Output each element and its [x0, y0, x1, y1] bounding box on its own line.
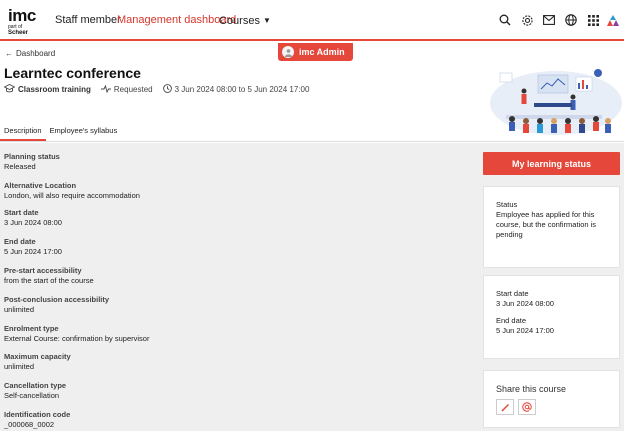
field-value: Self-cancellation — [4, 391, 60, 400]
start-date-label: Start date — [496, 289, 529, 298]
field-label: Maximum capacity — [4, 352, 71, 361]
course-header: imc Admin ← Dashboard Learntec conferenc… — [0, 43, 624, 142]
end-date-label: End date — [496, 316, 527, 325]
field-label: Identification code — [4, 410, 71, 419]
field-label: Enrolment type — [4, 324, 59, 333]
course-status-label: Requested — [113, 85, 153, 94]
field-value: 3 Jun 2024 08:00 — [4, 218, 62, 227]
course-meta: Classroom training Requested 3 Jun 2024 … — [3, 83, 319, 95]
share-card: Share this course — [483, 370, 620, 428]
field-alternative-location: Alternative Location London, will also r… — [4, 181, 304, 208]
conference-illustration — [486, 63, 622, 139]
logo-subtext: part of Scheer — [8, 24, 29, 36]
admin-badge[interactable]: imc Admin — [278, 43, 353, 61]
field-maximum-capacity: Maximum capacity unlimited — [4, 352, 304, 381]
field-value: unlimited — [4, 362, 35, 371]
course-date-range: 3 Jun 2024 08:00 to 5 Jun 2024 17:00 — [174, 85, 310, 94]
share-icons — [496, 399, 607, 415]
start-date-value: 3 Jun 2024 08:00 — [496, 299, 554, 308]
end-date-value: 5 Jun 2024 17:00 — [496, 326, 554, 335]
field-start-date: Start date 3 Jun 2024 08:00 — [4, 208, 304, 237]
avatar — [282, 46, 294, 58]
status-card: Status Employee has applied for this cou… — [483, 186, 620, 268]
share-title: Share this course — [496, 384, 567, 394]
activity-icon — [100, 84, 111, 95]
field-label: Post-conclusion accessibility — [4, 295, 110, 304]
status-label: Status — [496, 200, 518, 209]
field-value: London, will also require accommodation — [4, 191, 140, 200]
course-type-label: Classroom training — [18, 85, 91, 94]
apps-grid-icon[interactable] — [586, 13, 600, 27]
field-planning-status: Planning status Released — [4, 152, 304, 181]
field-value: _000068_0002 — [4, 420, 55, 429]
course-type: Classroom training — [3, 83, 91, 95]
course-tabs: Description Employee's syllabus — [0, 124, 121, 142]
classroom-icon — [3, 83, 16, 95]
page-title: Learntec conference — [4, 65, 141, 81]
tab-description[interactable]: Description — [0, 124, 46, 141]
brand-logo-icon[interactable] — [606, 13, 620, 27]
field-pre-start-accessibility: Pre-start accessibility from the start o… — [4, 266, 304, 295]
dates-card: Start date 3 Jun 2024 08:00 End date 5 J… — [483, 275, 620, 359]
mail-icon[interactable] — [542, 13, 556, 27]
course-dates: 3 Jun 2024 08:00 to 5 Jun 2024 17:00 — [162, 84, 310, 95]
field-post-conclusion-accessibility: Post-conclusion accessibility unlimited — [4, 295, 304, 324]
admin-badge-label: imc Admin — [299, 47, 345, 57]
at-sign-icon[interactable] — [518, 399, 536, 415]
nav-courses[interactable]: Courses ▼ — [219, 14, 271, 28]
main-content: Planning status Released Alternative Loc… — [0, 143, 624, 431]
top-navigation: imc part of Scheer Staff member Manageme… — [0, 0, 624, 41]
nav-staff-member[interactable]: Staff member — [55, 14, 121, 27]
course-details: Planning status Released Alternative Loc… — [4, 152, 304, 431]
back-link-label: Dashboard — [16, 49, 56, 58]
field-label: Pre-start accessibility — [4, 266, 82, 275]
edit-pencil-icon[interactable] — [496, 399, 514, 415]
my-learning-status-button[interactable]: My learning status — [483, 152, 620, 175]
field-value: Released — [4, 162, 36, 171]
clock-icon — [162, 84, 172, 95]
field-label: Planning status — [4, 152, 60, 161]
chevron-down-icon: ▼ — [262, 16, 271, 25]
field-end-date: End date 5 Jun 2024 17:00 — [4, 237, 304, 266]
tab-employees-syllabus[interactable]: Employee's syllabus — [46, 124, 122, 141]
search-icon[interactable] — [498, 13, 512, 27]
field-cancellation-type: Cancellation type Self-cancellation — [4, 381, 304, 410]
field-enrolment-type: Enrolment type External Course: confirma… — [4, 324, 304, 352]
globe-icon[interactable] — [564, 13, 578, 27]
settings-icon[interactable] — [520, 13, 534, 27]
imc-logo[interactable]: imc part of Scheer — [8, 6, 42, 36]
course-status: Requested — [100, 84, 153, 95]
arrow-left-icon: ← — [5, 49, 13, 58]
field-label: Alternative Location — [4, 181, 77, 190]
logo-text: imc — [8, 6, 36, 25]
field-value: 5 Jun 2024 17:00 — [4, 247, 62, 256]
field-value: from the start of the course — [4, 276, 94, 285]
field-value: unlimited — [4, 305, 35, 314]
status-value: Employee has applied for this course, bu… — [496, 210, 597, 239]
field-label: Start date — [4, 208, 39, 217]
field-identification-code: Identification code _000068_0002 — [4, 410, 304, 431]
back-to-dashboard-link[interactable]: ← Dashboard — [5, 49, 55, 58]
field-label: Cancellation type — [4, 381, 67, 390]
field-value: External Course: confirmation by supervi… — [4, 334, 150, 343]
field-label: End date — [4, 237, 36, 246]
